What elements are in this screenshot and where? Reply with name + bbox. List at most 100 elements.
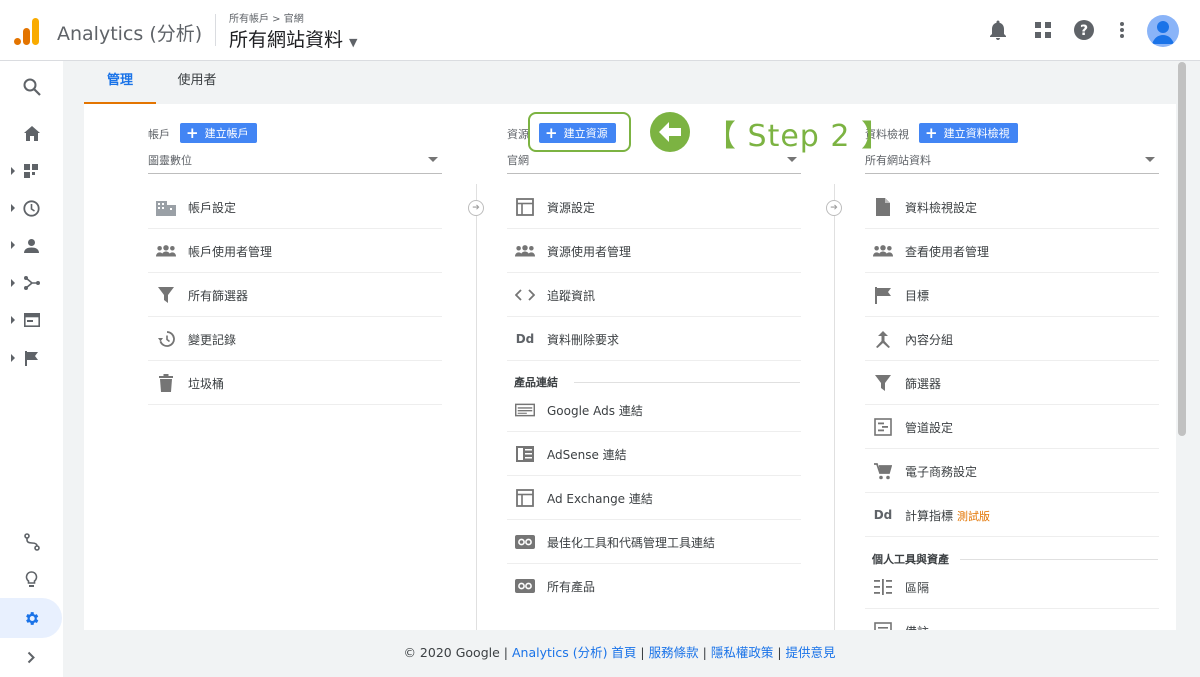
scrollbar-thumb[interactable]: [1178, 62, 1186, 436]
segments-item[interactable]: 區隔: [865, 565, 1159, 609]
view-selector[interactable]: 所有網站資料 ▼: [229, 25, 357, 52]
column-divider: [834, 184, 835, 630]
property-selector[interactable]: 官網: [507, 152, 801, 174]
header-divider: [215, 14, 216, 46]
home-icon: [23, 125, 40, 141]
tracking-info-item[interactable]: 追蹤資訊: [507, 273, 801, 317]
optimize-tag-manager-linking-label: 最佳化工具和代碼管理工具連結: [547, 536, 716, 550]
terms-link[interactable]: 服務條款: [649, 645, 699, 660]
all-products-item[interactable]: 所有產品: [507, 564, 801, 608]
left-navigation: [0, 61, 63, 677]
google-ads-linking-item[interactable]: Google Ads 連結: [507, 388, 801, 432]
people-icon: [156, 241, 176, 261]
code-icon: [515, 285, 535, 305]
privacy-link[interactable]: 隱私權政策: [711, 645, 774, 660]
nav-discover[interactable]: [0, 561, 63, 597]
top-app-bar: Analytics (分析) 所有帳戶 > 官網 所有網站資料 ▼ ?: [0, 0, 1200, 61]
channel-settings-item[interactable]: 管道設定: [865, 405, 1159, 449]
apps-grid-icon[interactable]: [1031, 18, 1055, 42]
analytics-logo-icon[interactable]: [14, 17, 40, 45]
route-icon: [23, 533, 40, 551]
data-deletion-label: 資料刪除要求: [547, 333, 620, 347]
adsense-linking-item[interactable]: AdSense 連結: [507, 432, 801, 476]
create-account-button-label: 建立帳戶: [204, 127, 249, 140]
nav-admin[interactable]: [0, 600, 63, 636]
nav-customization[interactable]: [0, 153, 63, 189]
arrow-right-icon: ➔: [468, 200, 484, 216]
account-column-label: 帳戶: [148, 128, 170, 141]
view-selector[interactable]: 所有網站資料: [865, 152, 1159, 174]
step-highlight-box: [528, 112, 631, 152]
ecommerce-settings-item[interactable]: 電子商務設定: [865, 449, 1159, 493]
data-deletion-icon: Dd: [515, 332, 535, 346]
trash-item[interactable]: 垃圾桶: [148, 361, 442, 405]
property-settings-item[interactable]: 資源設定: [507, 185, 801, 229]
account-user-management-label: 帳戶使用者管理: [188, 245, 273, 259]
breadcrumb[interactable]: 所有帳戶 > 官網: [229, 10, 304, 25]
property-settings-icon: [515, 197, 535, 217]
property-user-management-item[interactable]: 資源使用者管理: [507, 229, 801, 273]
view-user-management-item[interactable]: 查看使用者管理: [865, 229, 1159, 273]
admin-tabs: 管理 使用者: [84, 61, 1176, 104]
all-filters-label: 所有篩選器: [188, 289, 249, 303]
adsense-linking-label: AdSense 連結: [547, 448, 627, 462]
tab-admin[interactable]: 管理: [84, 61, 156, 104]
nav-home[interactable]: [0, 115, 63, 151]
calculated-metrics-item[interactable]: Dd 計算指標 測試版: [865, 493, 1159, 537]
app-title[interactable]: Analytics (分析): [57, 19, 202, 46]
search-icon: [23, 78, 41, 96]
more-vert-icon[interactable]: [1110, 18, 1134, 42]
google-ads-icon: [515, 400, 535, 420]
tab-user[interactable]: 使用者: [162, 61, 232, 104]
create-view-button[interactable]: + 建立資料檢視: [919, 123, 1018, 143]
change-history-item[interactable]: 變更記錄: [148, 317, 442, 361]
view-settings-label: 資料檢視設定: [905, 201, 978, 215]
lightbulb-icon: [25, 570, 38, 587]
nav-attribution[interactable]: [0, 524, 63, 560]
nav-conversions[interactable]: [0, 340, 63, 376]
ad-exchange-linking-item[interactable]: Ad Exchange 連結: [507, 476, 801, 520]
history-icon: [156, 329, 176, 349]
help-icon[interactable]: ?: [1072, 18, 1096, 42]
adsense-icon: [515, 444, 535, 464]
data-deletion-item[interactable]: Dd 資料刪除要求: [507, 317, 801, 361]
account-user-management-item[interactable]: 帳戶使用者管理: [148, 229, 442, 273]
filters-label: 篩選器: [905, 377, 942, 391]
calculated-metrics-text: 計算指標: [905, 509, 954, 523]
plus-icon: +: [925, 124, 938, 142]
chevron-right-icon: [27, 651, 35, 663]
svg-text:?: ?: [1080, 23, 1088, 39]
filter-icon: [156, 285, 176, 305]
all-filters-item[interactable]: 所有篩選器: [148, 273, 442, 317]
annotations-item[interactable]: 備註: [865, 609, 1159, 630]
content-grouping-item[interactable]: 內容分組: [865, 317, 1159, 361]
nav-search[interactable]: [0, 69, 63, 105]
nav-expand[interactable]: [0, 639, 63, 675]
beta-badge: 測試版: [957, 510, 991, 523]
dropdown-arrow-icon: [1145, 157, 1155, 162]
arrow-right-icon: ➔: [826, 200, 842, 216]
feedback-link[interactable]: 提供意見: [786, 645, 836, 660]
nav-behavior[interactable]: [0, 302, 63, 338]
people-icon: [873, 241, 893, 261]
link-icon: [515, 576, 535, 596]
nav-realtime[interactable]: [0, 190, 63, 226]
create-account-button[interactable]: + 建立帳戶: [180, 123, 257, 143]
optimize-tag-manager-linking-item[interactable]: 最佳化工具和代碼管理工具連結: [507, 520, 801, 564]
channel-settings-label: 管道設定: [905, 421, 954, 435]
account-selector[interactable]: 圖靈數位: [148, 152, 442, 174]
section-divider: [960, 559, 1158, 560]
goals-label: 目標: [905, 289, 930, 303]
change-history-label: 變更記錄: [188, 333, 237, 347]
goals-item[interactable]: 目標: [865, 273, 1159, 317]
gear-icon: [26, 611, 39, 625]
bell-icon[interactable]: [986, 18, 1010, 42]
nav-acquisition[interactable]: [0, 265, 63, 301]
account-avatar-icon[interactable]: [1147, 15, 1179, 47]
view-settings-item[interactable]: 資料檢視設定: [865, 185, 1159, 229]
filters-item[interactable]: 篩選器: [865, 361, 1159, 405]
account-settings-item[interactable]: 帳戶設定: [148, 185, 442, 229]
nav-audience[interactable]: [0, 227, 63, 263]
analytics-home-link[interactable]: Analytics (分析) 首頁: [512, 645, 636, 660]
footer-separator: |: [702, 645, 707, 660]
